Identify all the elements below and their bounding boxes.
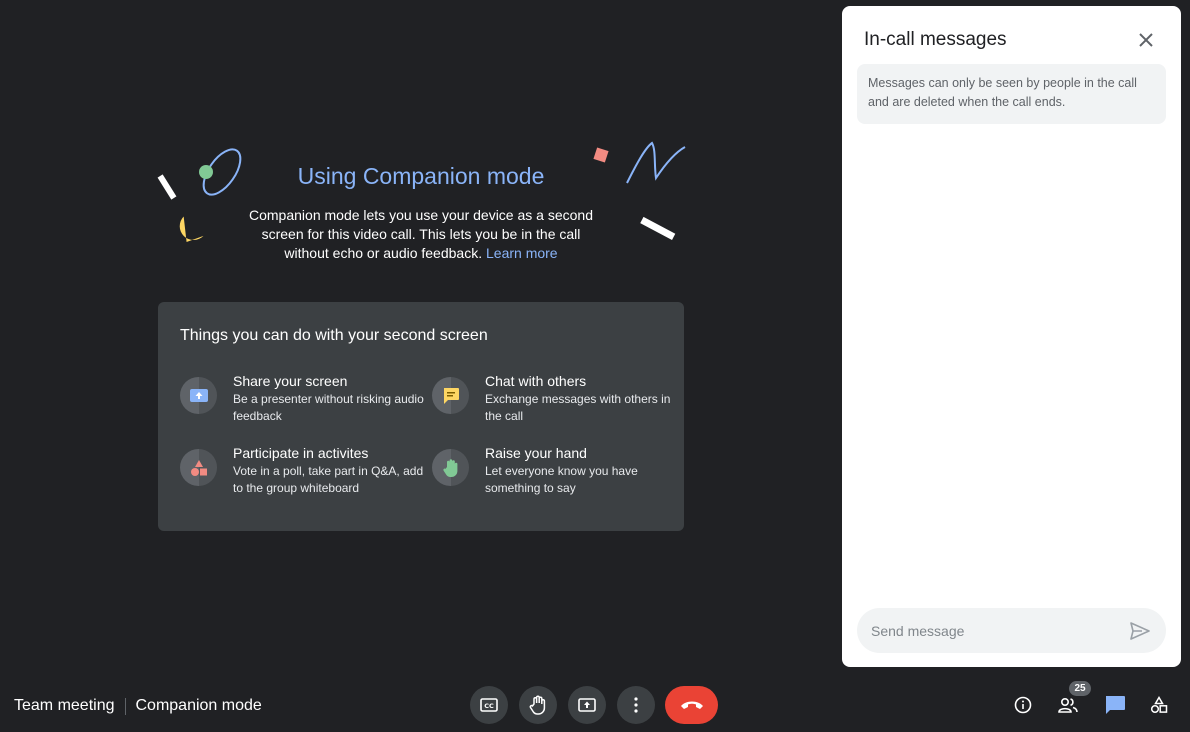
closed-captions-icon: CC (480, 698, 498, 712)
send-message-input[interactable] (871, 608, 1121, 653)
close-panel-button[interactable] (1132, 26, 1160, 54)
card-title: Things you can do with your second scree… (180, 327, 488, 344)
present-screen-icon (180, 377, 217, 414)
present-now-button[interactable] (568, 686, 606, 724)
feature-chat: Chat with others Exchange messages with … (432, 373, 677, 433)
feature-description: Let everyone know you have something to … (485, 464, 638, 495)
feature-description: Vote in a poll, take part in Q&A, add to… (233, 464, 424, 495)
participant-count-badge: 25 (1069, 681, 1091, 696)
shapes-icon (180, 449, 217, 486)
feature-title: Chat with others (485, 373, 587, 389)
hang-up-icon (680, 701, 703, 709)
meeting-details-button[interactable] (1009, 691, 1037, 719)
chat-icon (1106, 696, 1125, 714)
feature-description: Exchange messages with others in the cal… (485, 392, 671, 423)
meeting-info-divider (124, 697, 126, 715)
info-icon (1014, 696, 1032, 714)
send-icon (1130, 622, 1150, 640)
in-call-messages-panel: In-call messages Messages can only be se… (842, 6, 1181, 667)
captions-button[interactable]: CC (470, 686, 508, 724)
meeting-details: Team meeting Companion mode (14, 696, 262, 716)
close-icon (1139, 33, 1153, 47)
more-options-button[interactable] (617, 686, 655, 724)
panel-title: In-call messages (864, 29, 1007, 50)
feature-title: Participate in activites (233, 445, 369, 461)
shapes-icon (1150, 696, 1168, 714)
companion-description: Companion mode lets you use your device … (240, 206, 602, 263)
second-screen-card: Things you can do with your second scree… (158, 302, 684, 531)
companion-title: Using Companion mode (297, 163, 545, 189)
hand-icon (529, 695, 546, 715)
meet-stage: Using Companion mode Companion mode lets… (0, 0, 1190, 732)
feature-title: Raise your hand (485, 445, 587, 461)
meeting-name: Team meeting (14, 697, 115, 714)
feature-activities: Participate in activites Vote in a poll,… (180, 445, 425, 505)
meeting-mode: Companion mode (135, 697, 262, 714)
feature-title: Share your screen (233, 373, 348, 389)
svg-text:CC: CC (484, 702, 494, 710)
leave-call-button[interactable] (665, 686, 718, 724)
people-icon (1058, 697, 1078, 713)
learn-more-link[interactable]: Learn more (486, 245, 558, 261)
hand-icon (432, 449, 469, 486)
message-compose-box (857, 608, 1166, 653)
raise-hand-button[interactable] (519, 686, 557, 724)
present-screen-icon (578, 698, 596, 712)
feature-raise-hand: Raise your hand Let everyone know you ha… (432, 445, 677, 505)
messages-info-note: Messages can only be seen by people in t… (857, 64, 1166, 124)
send-message-button[interactable] (1127, 618, 1153, 644)
activities-button[interactable] (1145, 691, 1173, 719)
chat-icon (432, 377, 469, 414)
chat-button[interactable] (1101, 691, 1129, 719)
more-vert-icon (634, 697, 638, 713)
feature-description: Be a presenter without risking audio fee… (233, 392, 424, 423)
feature-share-screen: Share your screen Be a presenter without… (180, 373, 425, 433)
